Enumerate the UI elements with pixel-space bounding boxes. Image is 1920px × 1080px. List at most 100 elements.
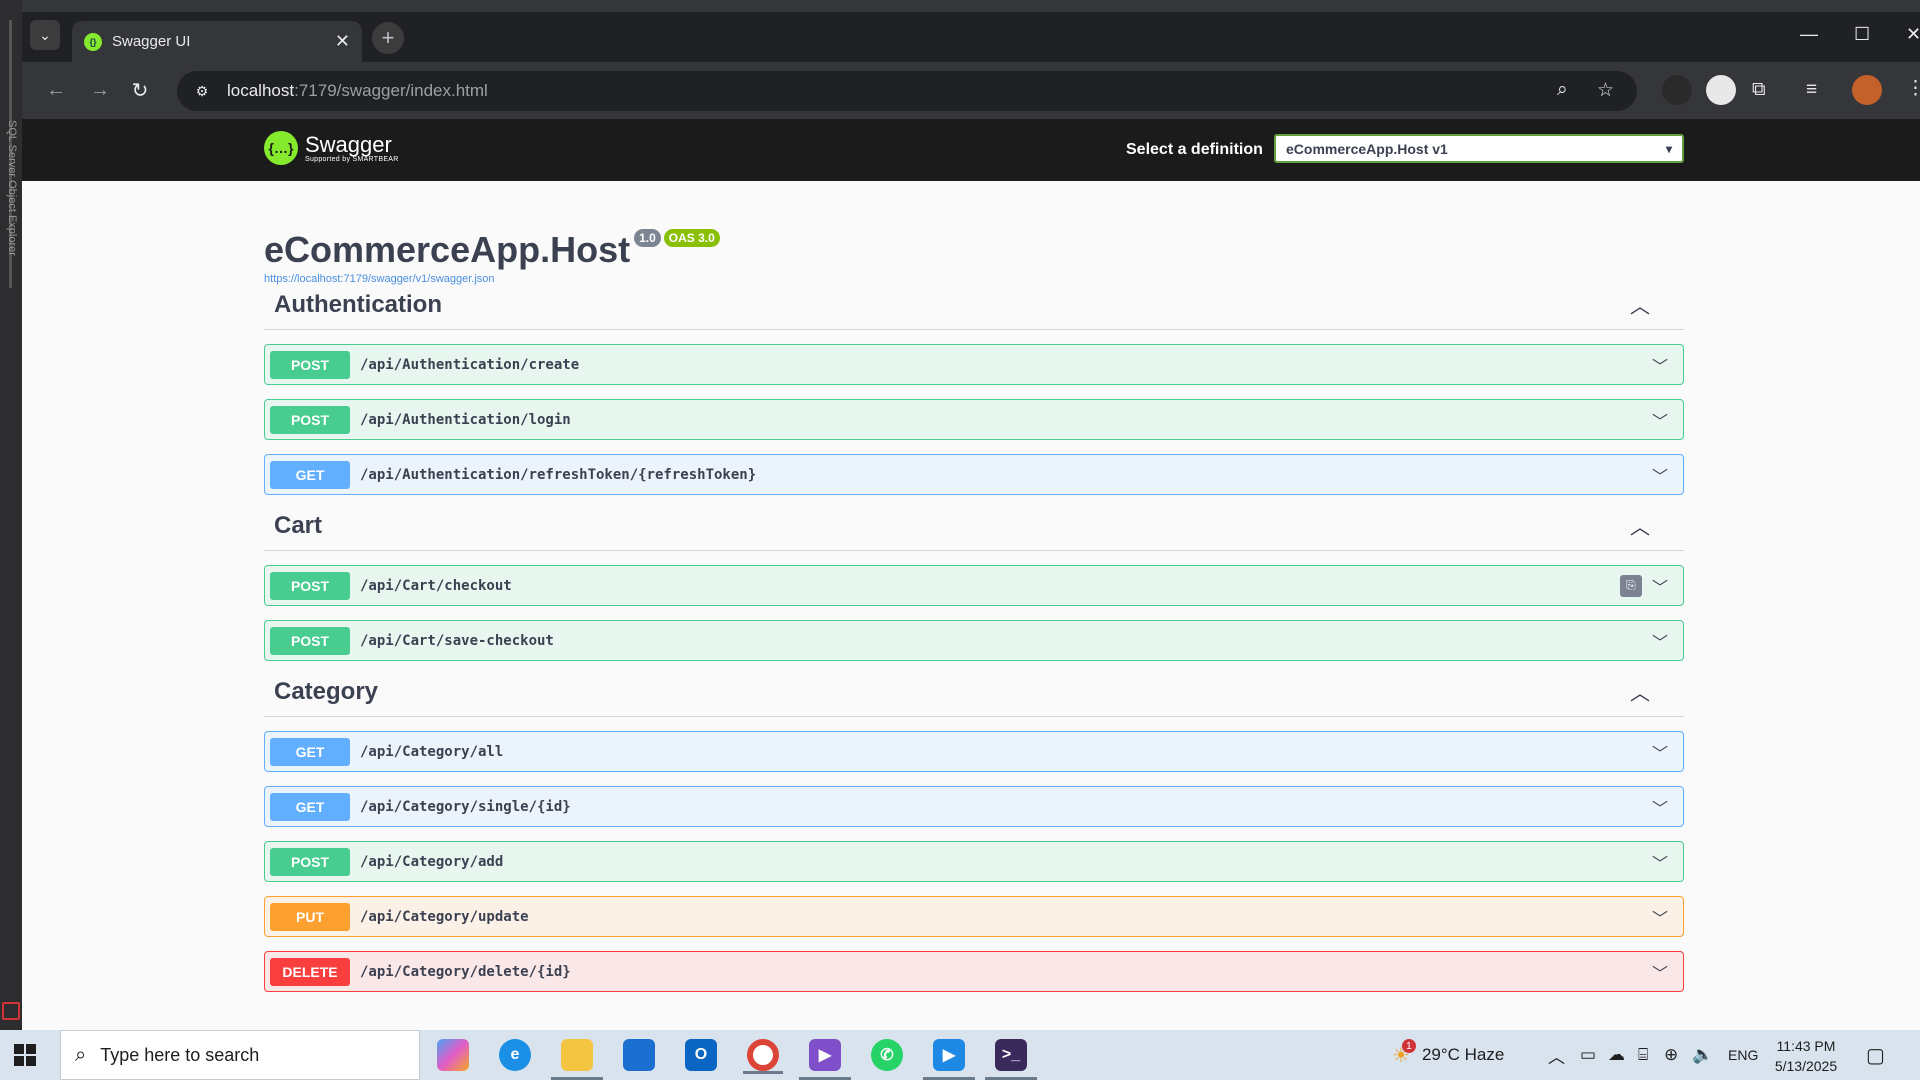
media-control-icon[interactable]: ≡	[1806, 79, 1817, 101]
forward-icon[interactable]: →	[86, 76, 114, 104]
bookmark-star-icon[interactable]: ☆	[1597, 79, 1614, 102]
store-icon[interactable]	[623, 1039, 655, 1071]
chevron-down-icon[interactable]: ﹀	[1652, 795, 1668, 819]
close-window-icon[interactable]: ✕	[1906, 24, 1920, 45]
extension-cookie-icon[interactable]	[1706, 75, 1736, 105]
back-icon[interactable]: ←	[42, 76, 70, 104]
weather-widget[interactable]: ☀ 1 29°C Haze	[1392, 1030, 1504, 1080]
operation-path: /api/Category/add	[360, 853, 504, 870]
tag-name: Category	[274, 677, 379, 705]
operation-row[interactable]: GET /api/Category/single/{id} ﹀	[264, 786, 1684, 827]
chevron-down-icon[interactable]: ﹀	[1652, 463, 1668, 487]
windows-start-icon[interactable]	[14, 1044, 36, 1066]
definition-select[interactable]: eCommerceApp.Host v1 ▾	[1274, 134, 1684, 163]
tab-title: Swagger UI	[112, 33, 191, 50]
operation-row[interactable]: POST /api/Cart/save-checkout ﹀	[264, 620, 1684, 661]
operation-row[interactable]: POST /api/Cart/checkout ⎘ ﹀	[264, 565, 1684, 606]
chevron-down-icon[interactable]: ﹀	[1652, 960, 1668, 984]
reload-icon[interactable]: ↻	[126, 76, 154, 104]
battery-icon[interactable]: ▭	[1580, 1030, 1596, 1080]
chevron-up-icon[interactable]: ︿	[1630, 290, 1650, 319]
file-explorer-icon[interactable]	[551, 1039, 603, 1080]
chevron-down-icon[interactable]: ﹀	[1652, 850, 1668, 874]
site-info-icon[interactable]: ⚙	[191, 80, 213, 102]
cloud-icon[interactable]: ☁	[1608, 1030, 1625, 1080]
method-badge: POST	[270, 405, 350, 434]
new-tab-button[interactable]: +	[372, 22, 404, 54]
method-badge: GET	[270, 737, 350, 766]
swagger-page: {…} Swagger Supported by SMARTBEAR Selec…	[22, 119, 1920, 1030]
method-badge: GET	[270, 460, 350, 489]
tab-strip: ⌄ {} Swagger UI ✕ + — ☐ ✕	[22, 12, 1920, 62]
url-text[interactable]: localhost:7179/swagger/index.html	[227, 81, 488, 101]
outlook-icon[interactable]: O	[685, 1039, 717, 1071]
clock[interactable]: 11:43 PM 5/13/2025	[1766, 1036, 1846, 1076]
operation-path: /api/Authentication/refreshToken/{refres…	[360, 466, 757, 483]
copilot-icon[interactable]	[437, 1039, 469, 1071]
address-bar[interactable]: ⚙ localhost:7179/swagger/index.html ⌕ ☆	[177, 71, 1637, 111]
extension-dark-icon[interactable]	[1662, 75, 1692, 105]
terminal-icon[interactable]: >_	[985, 1039, 1037, 1080]
chevron-down-icon[interactable]: ﹀	[1652, 353, 1668, 377]
copy-to-clipboard-icon[interactable]: ⎘	[1619, 574, 1642, 597]
chevron-down-icon[interactable]: ﹀	[1652, 408, 1668, 432]
operation-row[interactable]: POST /api/Category/add ﹀	[264, 841, 1684, 882]
chevron-down-icon: ▾	[1665, 141, 1672, 156]
tab-search-button[interactable]: ⌄	[30, 20, 60, 50]
operation-row[interactable]: DELETE /api/Category/delete/{id} ﹀	[264, 951, 1684, 992]
operation-path: /api/Cart/checkout	[360, 577, 512, 594]
operation-path: /api/Cart/save-checkout	[360, 632, 554, 649]
extensions-puzzle-icon[interactable]: ⧉	[1752, 79, 1766, 101]
operation-path: /api/Category/single/{id}	[360, 798, 571, 815]
operation-row[interactable]: GET /api/Category/all ﹀	[264, 731, 1684, 772]
swagger-logo-icon: {…}	[264, 131, 298, 165]
tag-header[interactable]: Cart ︿	[264, 501, 1684, 551]
operation-row[interactable]: PUT /api/Category/update ﹀	[264, 896, 1684, 937]
operation-row[interactable]: GET /api/Authentication/refreshToken/{re…	[264, 454, 1684, 495]
api-title: eCommerceApp.Host	[264, 229, 631, 270]
operation-row[interactable]: POST /api/Authentication/login ﹀	[264, 399, 1684, 440]
tag-name: Authentication	[274, 290, 442, 318]
chrome-icon[interactable]	[743, 1039, 783, 1074]
maximize-icon[interactable]: ☐	[1854, 24, 1870, 45]
chevron-up-icon[interactable]: ︿	[1630, 511, 1650, 540]
feedback-icon[interactable]	[2, 1002, 20, 1020]
visual-studio-icon[interactable]: ▶	[799, 1039, 851, 1080]
operation-row[interactable]: POST /api/Authentication/create ﹀	[264, 344, 1684, 385]
close-tab-icon[interactable]: ✕	[335, 31, 350, 52]
minimize-icon[interactable]: —	[1800, 24, 1818, 45]
chevron-down-icon[interactable]: ﹀	[1652, 740, 1668, 764]
taskbar-search[interactable]: ⌕ Type here to search	[60, 1030, 420, 1080]
swagger-logo[interactable]: {…} Swagger Supported by SMARTBEAR	[264, 131, 399, 165]
api-info: eCommerceApp.Host 1.0 OAS 3.0 https://loca…	[264, 229, 720, 285]
notifications-icon[interactable]: ▢	[1866, 1030, 1885, 1080]
definition-value: eCommerceApp.Host v1	[1286, 140, 1448, 157]
clock-time: 11:43 PM	[1776, 1038, 1836, 1054]
zoom-icon[interactable]: ⌕	[1557, 79, 1568, 101]
operation-path: /api/Authentication/login	[360, 411, 571, 428]
network-icon[interactable]: ⊕	[1664, 1030, 1678, 1080]
ide-tab-object-explorer[interactable]: SQL Server Object Explorer	[4, 120, 18, 256]
profile-avatar[interactable]	[1852, 75, 1882, 105]
operation-path: /api/Authentication/create	[360, 356, 580, 373]
tag-header[interactable]: Authentication ︿	[264, 280, 1684, 330]
whatsapp-icon[interactable]: ✆	[871, 1039, 903, 1071]
media-app-icon[interactable]: ▶	[923, 1039, 975, 1080]
edge-icon[interactable]: e	[499, 1039, 531, 1071]
method-badge: POST	[270, 571, 350, 600]
swagger-favicon-icon: {}	[84, 32, 102, 51]
swagger-logo-sub: Supported by SMARTBEAR	[305, 155, 399, 163]
show-hidden-icons[interactable]: ︿	[1548, 1030, 1565, 1080]
chevron-down-icon[interactable]: ﹀	[1652, 905, 1668, 929]
version-badge: 1.0	[634, 229, 661, 247]
tag-header[interactable]: Category ︿	[264, 667, 1684, 717]
language-indicator[interactable]: ENG	[1728, 1030, 1758, 1080]
volume-icon[interactable]: 🔈	[1692, 1030, 1713, 1080]
chevron-up-icon[interactable]: ︿	[1630, 677, 1650, 706]
device-icon[interactable]: ⌸	[1638, 1030, 1648, 1080]
chevron-down-icon[interactable]: ﹀	[1652, 574, 1668, 598]
chevron-down-icon[interactable]: ﹀	[1652, 629, 1668, 653]
browser-tab-swagger[interactable]: {} Swagger UI ✕	[72, 21, 362, 62]
menu-kebab-icon[interactable]: ⋮	[1906, 77, 1920, 100]
operation-path: /api/Category/all	[360, 743, 504, 760]
